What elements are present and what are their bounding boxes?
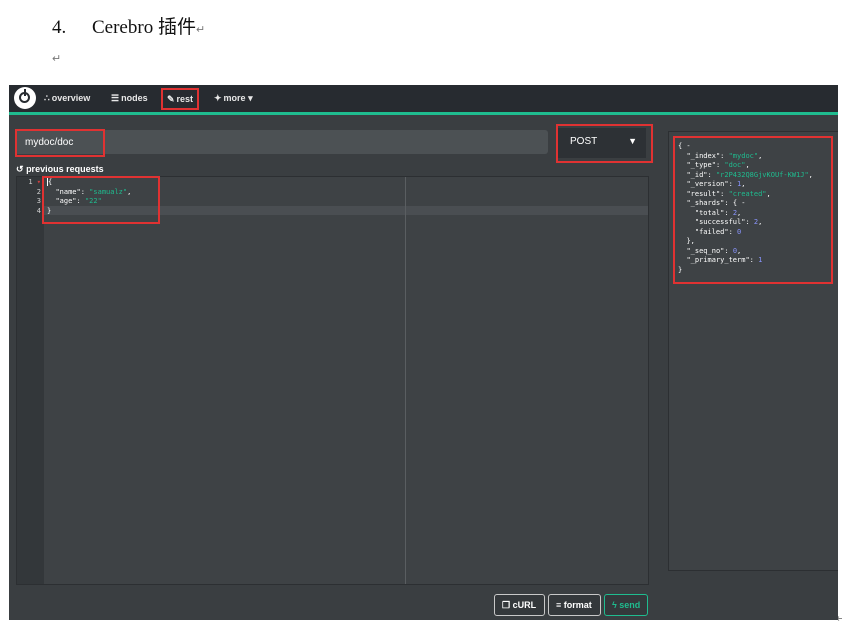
response-line: "failed": 0 xyxy=(694,227,742,236)
code-line: } xyxy=(47,206,52,215)
heading-text: Cerebro 插件 xyxy=(92,17,196,38)
active-line-highlight xyxy=(44,206,648,215)
response-line: "_type": "doc", xyxy=(686,161,750,169)
response-line: "_version": 1, xyxy=(686,180,746,188)
send-button-label: send xyxy=(619,600,641,610)
response-line: "_seq_no": 0, xyxy=(686,246,742,255)
navbar: ∴ overview ☰ nodes ✎ rest ✦ more ▾ xyxy=(9,85,838,112)
document-heading: 4. Cerebro 插件↵ xyxy=(52,12,205,39)
navbar-accent-bar xyxy=(9,112,838,115)
nav-overview-label: overview xyxy=(51,93,91,103)
copy-icon: ❐ xyxy=(502,600,511,610)
nav-rest-label: rest xyxy=(176,94,194,104)
code-line: "age": "22" xyxy=(55,197,102,205)
format-button[interactable]: ≡ format xyxy=(548,594,601,616)
response-line: "result": "created", xyxy=(686,189,771,198)
editor-gutter: 1 ▾ 2 3 4 xyxy=(17,177,44,584)
format-button-label: format xyxy=(563,600,592,610)
response-line: } xyxy=(678,265,683,274)
nav-more[interactable]: ✦ more ▾ xyxy=(214,91,255,105)
send-button[interactable]: ϟ send xyxy=(604,594,648,616)
edit-icon: ✎ xyxy=(167,94,175,104)
line-number: 4 xyxy=(36,206,41,215)
previous-requests-label: previous requests xyxy=(26,164,104,174)
nav-nodes[interactable]: ☰ nodes xyxy=(111,91,148,105)
empty-paragraph-mark: ↵ xyxy=(52,53,62,65)
response-line: "total": 2, xyxy=(694,208,742,217)
response-line: "_primary_term": 1 xyxy=(686,256,763,264)
heading-number: 4. xyxy=(52,17,67,38)
url-input[interactable] xyxy=(15,130,548,154)
response-line: { - xyxy=(678,142,691,150)
response-line: "_id": "r2P432Q8GjvKOUf-KW1J", xyxy=(686,170,813,179)
response-line: "successful": 2, xyxy=(694,218,763,226)
nav-overview[interactable]: ∴ overview xyxy=(44,91,90,105)
magic-wand-icon: ✦ xyxy=(214,93,222,103)
align-left-icon: ≡ xyxy=(556,600,562,610)
list-icon: ☰ xyxy=(111,93,120,103)
caret-down-icon: ▾ xyxy=(248,93,253,103)
nav-rest[interactable]: ✎ rest xyxy=(161,88,200,110)
response-line: }, xyxy=(686,237,695,245)
code-line: { xyxy=(47,178,53,186)
sitemap-icon: ∴ xyxy=(44,93,50,103)
bolt-icon: ϟ xyxy=(612,600,617,610)
nav-nodes-label: nodes xyxy=(121,93,148,103)
caret-down-icon: ▼ xyxy=(628,136,637,146)
response-line: "_index": "mydoc", xyxy=(686,151,763,160)
curl-button-label: cURL xyxy=(512,600,537,610)
method-select[interactable]: POST ▼ xyxy=(558,128,646,158)
code-line: "name": "samualz", xyxy=(55,187,132,196)
cerebro-app: ∴overview ☰nodes ✎rest ✦more ▾ POST ▼ ↺ … xyxy=(9,85,838,620)
history-icon: ↺ xyxy=(16,164,24,174)
response-panel: { - "_index": "mydoc", "_type": "doc", "… xyxy=(668,131,838,571)
method-select-value: POST xyxy=(570,136,598,147)
fold-arrow-icon[interactable]: ▾ xyxy=(37,178,41,186)
curl-button[interactable]: ❐ cURL xyxy=(494,594,545,616)
response-line: "_shards": { - xyxy=(686,199,746,207)
line-number: 3 xyxy=(36,197,41,205)
nav-more-label: more xyxy=(223,93,246,103)
paragraph-mark: ↵ xyxy=(195,24,206,36)
request-body-editor[interactable]: 1 ▾ 2 3 4 { "name": "samualz", "age": "2… xyxy=(16,176,649,585)
line-number: 2 xyxy=(36,187,41,196)
editor-divider xyxy=(405,177,406,584)
cerebro-logo-icon[interactable] xyxy=(14,87,36,109)
line-number: 1 ▾ xyxy=(28,178,41,186)
previous-requests-link[interactable]: ↺ previous requests xyxy=(16,164,104,175)
